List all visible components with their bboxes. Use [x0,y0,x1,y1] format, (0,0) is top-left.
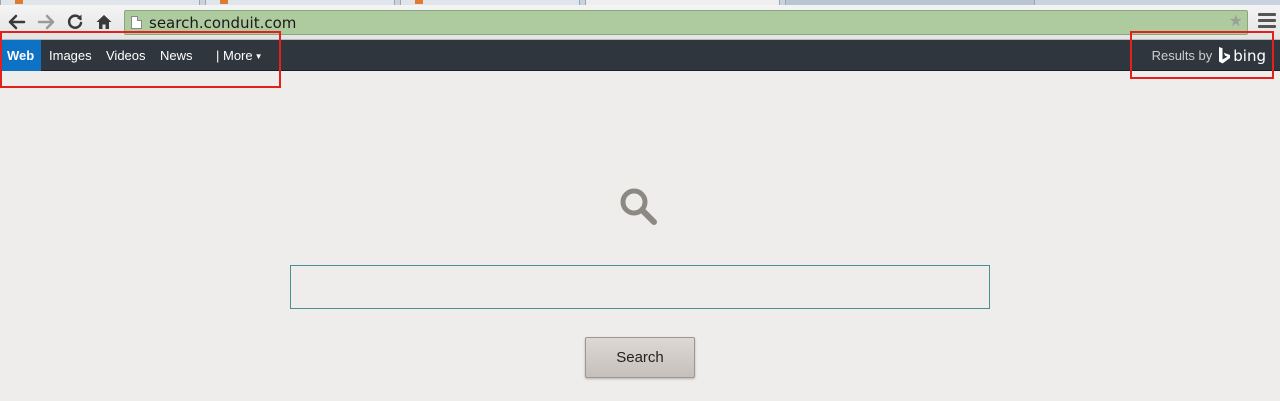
url-text[interactable]: search.conduit.com [149,14,296,32]
nav-tab-videos[interactable]: Videos [106,40,146,71]
forward-arrow-icon [37,14,55,30]
nav-tab-web[interactable]: Web [0,40,42,71]
reload-button[interactable] [64,11,86,33]
reload-icon [67,14,83,29]
tab-favicon-icon [220,0,228,4]
bing-logo-icon [1219,47,1231,64]
tab-favicon-icon [415,0,423,4]
caret-down-icon: ▼ [254,52,263,62]
hamburger-line [1258,13,1276,16]
browser-toolbar: search.conduit.com ★ [0,5,1280,40]
hamburger-line [1258,19,1276,22]
search-button[interactable]: Search [585,337,695,378]
forward-button[interactable] [35,11,57,33]
search-input[interactable] [290,265,990,309]
bing-wordmark: bing [1233,46,1266,65]
back-button[interactable] [6,11,28,33]
home-button[interactable] [93,11,115,33]
results-by-bing[interactable]: Results by bing [1152,40,1266,71]
back-arrow-icon [8,14,26,30]
browser-menu-button[interactable] [1258,13,1276,29]
tab-favicon-icon [15,0,23,4]
bookmark-star-icon[interactable]: ★ [1229,13,1243,31]
home-icon [96,15,112,29]
hamburger-line [1258,25,1276,28]
magnifier-icon [620,188,657,225]
nav-more-menu[interactable]: | More ▼ [216,40,263,71]
more-label: | More [216,48,253,63]
page-icon [131,16,142,29]
nav-tab-news[interactable]: News [160,40,193,71]
results-by-label: Results by [1151,48,1213,63]
search-nav-bar: Web Images Videos News | More ▼ Results b… [0,40,1280,71]
nav-tab-images[interactable]: Images [49,40,92,71]
address-bar[interactable]: search.conduit.com ★ [124,10,1248,35]
